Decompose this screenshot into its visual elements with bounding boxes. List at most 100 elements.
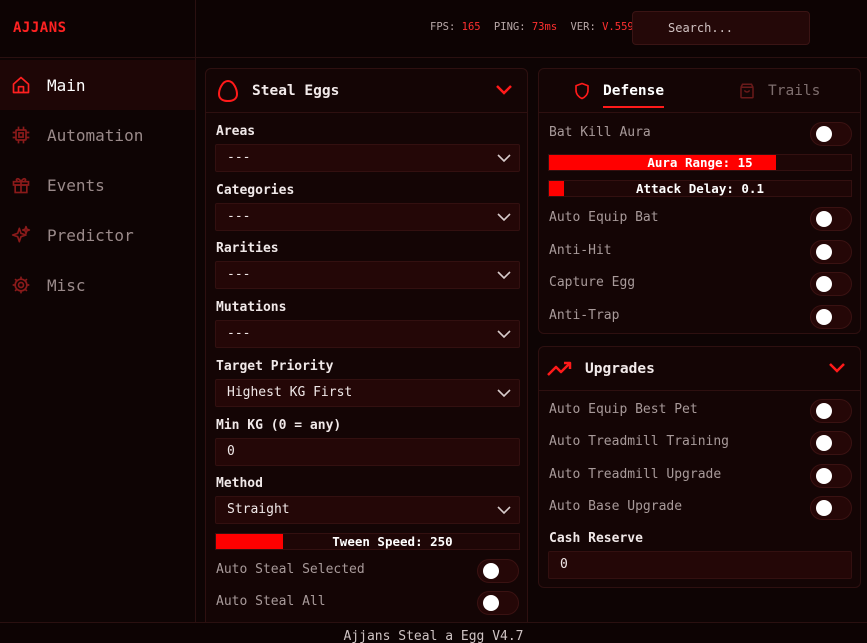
areas-label: Areas [216, 124, 256, 139]
gear-icon [10, 274, 32, 296]
auto-treadmill-training-row: Auto Treadmill Training [549, 431, 852, 455]
upgrades-header[interactable]: Upgrades [539, 347, 860, 391]
auto-treadmill-training-toggle[interactable] [810, 431, 852, 455]
toggle-knob [816, 403, 832, 419]
auto-equip-bat-toggle[interactable] [810, 207, 852, 231]
anti-hit-label: Anti-Hit [549, 243, 612, 258]
gift-icon [10, 174, 32, 196]
top-bar: AJJANS FPS: 165 PING: 73ms VER: V.559 [0, 0, 867, 58]
version-value: V.559 [602, 21, 634, 33]
target-priority-dropdown[interactable]: Highest KG First [215, 379, 520, 407]
auto-equip-best-pet-label: Auto Equip Best Pet [549, 402, 698, 417]
anti-trap-toggle[interactable] [810, 305, 852, 329]
fps-stat: FPS: 165 [430, 21, 481, 33]
bat-kill-aura-row: Bat Kill Aura [549, 122, 852, 146]
capture-egg-toggle[interactable] [810, 272, 852, 296]
shield-icon [575, 82, 589, 100]
auto-base-upgrade-row: Auto Base Upgrade [549, 496, 852, 520]
attack-delay-slider[interactable]: Attack Delay: 0.1 [548, 180, 852, 197]
fps-label: FPS: [430, 21, 456, 33]
tab-trails[interactable]: Trails [738, 69, 820, 113]
areas-value: --- [227, 150, 251, 165]
search-input[interactable] [632, 11, 810, 45]
steal-eggs-header[interactable]: Steal Eggs [206, 69, 527, 113]
auto-treadmill-upgrade-row: Auto Treadmill Upgrade [549, 464, 852, 488]
min-kg-input[interactable]: 0 [215, 438, 520, 466]
method-label: Method [216, 476, 263, 491]
auto-base-upgrade-toggle[interactable] [810, 496, 852, 520]
rarities-dropdown[interactable]: --- [215, 261, 520, 289]
tab-underline [603, 106, 665, 108]
panel-title: Steal Eggs [252, 82, 340, 99]
brand-title: AJJANS [13, 20, 67, 36]
areas-dropdown[interactable]: --- [215, 144, 520, 172]
anti-trap-row: Anti-Trap [549, 305, 852, 329]
trending-up-icon [547, 360, 573, 378]
aura-range-slider[interactable]: Aura Range: 15 [548, 154, 852, 171]
footer-title: Ajjans Steal a Egg V4.7 [343, 629, 524, 643]
anti-hit-row: Anti-Hit [549, 240, 852, 264]
stats-readout: FPS: 165 PING: 73ms VER: V.559 [430, 21, 641, 33]
toggle-knob [483, 595, 499, 611]
sidebar-item-misc[interactable]: Misc [0, 260, 195, 310]
sidebar-item-label: Predictor [47, 225, 134, 245]
egg-icon [217, 79, 239, 103]
bag-icon [740, 83, 754, 99]
sidebar-item-events[interactable]: Events [0, 160, 195, 210]
target-priority-label: Target Priority [216, 359, 334, 374]
sidebar-item-automation[interactable]: Automation [0, 110, 195, 160]
toggle-knob [816, 435, 832, 451]
sidebar-item-predictor[interactable]: Predictor [0, 210, 195, 260]
min-kg-label: Min KG (0 = any) [216, 418, 342, 433]
defense-panel: Defense Trails Bat Kill Aura Aura Range:… [538, 68, 861, 334]
top-divider [195, 0, 196, 58]
auto-treadmill-upgrade-toggle[interactable] [810, 464, 852, 488]
fps-value: 165 [461, 21, 481, 33]
mutations-dropdown[interactable]: --- [215, 320, 520, 348]
defense-tabs: Defense Trails [539, 69, 860, 113]
toggle-knob [816, 468, 832, 484]
auto-equip-best-pet-toggle[interactable] [810, 399, 852, 423]
method-dropdown[interactable]: Straight [215, 496, 520, 524]
auto-steal-all-toggle[interactable] [477, 591, 519, 615]
sidebar-item-label: Events [47, 175, 105, 195]
auto-treadmill-training-label: Auto Treadmill Training [549, 434, 730, 449]
toggle-knob [816, 500, 832, 516]
tween-speed-slider[interactable]: Tween Speed: 250 [215, 533, 520, 550]
auto-base-upgrade-label: Auto Base Upgrade [549, 499, 683, 514]
bat-kill-aura-toggle[interactable] [810, 122, 852, 146]
method-value: Straight [227, 502, 290, 517]
anti-hit-toggle[interactable] [810, 240, 852, 264]
auto-steal-selected-row: Auto Steal Selected [216, 559, 519, 583]
sidebar-item-main[interactable]: Main [0, 60, 195, 110]
tab-defense-label: Defense [603, 83, 665, 99]
toggle-knob [816, 126, 832, 142]
rarities-value: --- [227, 267, 251, 282]
tween-speed-label: Tween Speed: 250 [332, 534, 453, 549]
mutations-label: Mutations [216, 300, 287, 315]
chevron-down-icon [497, 330, 511, 339]
auto-equip-bat-label: Auto Equip Bat [549, 210, 659, 225]
toggle-knob [816, 276, 832, 292]
chevron-down-icon[interactable] [495, 83, 513, 97]
bat-kill-aura-label: Bat Kill Aura [549, 125, 651, 140]
auto-steal-selected-toggle[interactable] [477, 559, 519, 583]
steal-eggs-panel: Steal Eggs Areas --- Categories --- Rari… [205, 68, 528, 628]
capture-egg-row: Capture Egg [549, 272, 852, 296]
version-stat: VER: V.559 [570, 21, 633, 33]
cash-reserve-value: 0 [560, 557, 568, 572]
categories-dropdown[interactable]: --- [215, 203, 520, 231]
cash-reserve-input[interactable]: 0 [548, 551, 852, 579]
chevron-down-icon [497, 154, 511, 163]
chip-icon [10, 124, 32, 146]
target-priority-value: Highest KG First [227, 385, 353, 400]
tab-defense[interactable]: Defense [573, 69, 665, 113]
auto-equip-best-pet-row: Auto Equip Best Pet [549, 399, 852, 423]
ping-value: 73ms [531, 21, 558, 33]
panel-title: Upgrades [585, 360, 655, 377]
chevron-down-icon [497, 271, 511, 280]
footer: Ajjans Steal a Egg V4.7 [0, 622, 867, 643]
chevron-down-icon[interactable] [828, 361, 846, 375]
min-kg-value: 0 [227, 444, 235, 459]
tab-trails-label: Trails [768, 83, 821, 99]
